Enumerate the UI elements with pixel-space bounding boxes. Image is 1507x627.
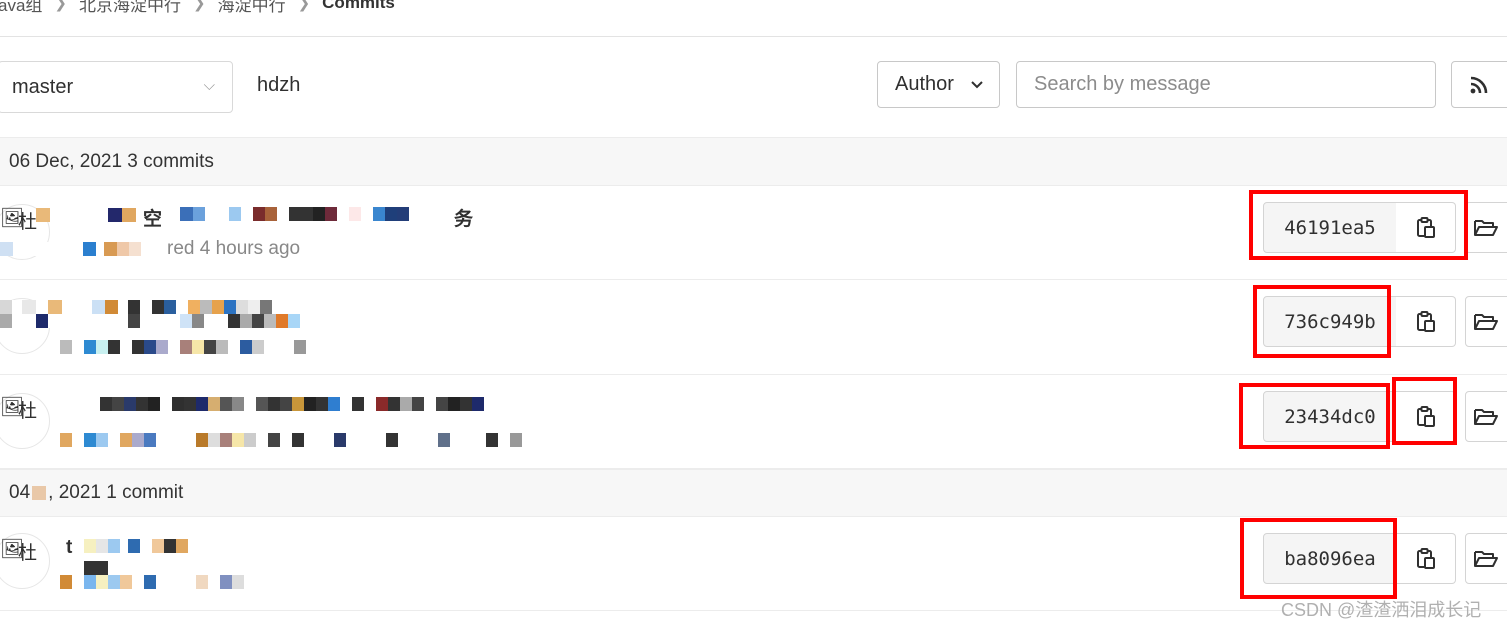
breadcrumb: ava组 ❯ 北京海淀中行 ❯ 海淀中行 ❯ Commits: [0, 0, 395, 15]
browse-files-button[interactable]: [1465, 533, 1507, 584]
copy-sha-button[interactable]: [1396, 533, 1456, 584]
breadcrumb-current[interactable]: Commits: [322, 0, 395, 13]
highlight-box: [1240, 518, 1397, 599]
redacted-commit-title: [36, 208, 136, 222]
clipboard-icon: [1417, 548, 1435, 569]
rss-icon: [1470, 76, 1488, 94]
commit-title-suffix: 务: [454, 209, 474, 230]
folder-open-icon: [1474, 220, 1498, 236]
redacted-commit-title: [180, 207, 433, 221]
chevron-right-icon: ❯: [54, 0, 67, 12]
branch-name: master: [12, 75, 74, 98]
commit-author-time: red 4 hours ago: [167, 238, 301, 259]
breadcrumb-repo[interactable]: 海淀中行: [218, 0, 286, 16]
clipboard-icon: [1417, 311, 1435, 332]
day-header-label-suffix: , 2021 1 commit: [48, 482, 184, 503]
breadcrumb-group[interactable]: ava组: [0, 0, 42, 16]
day-header: 06 Dec, 2021 3 commits: [0, 137, 1507, 186]
highlight-box: [1392, 377, 1457, 445]
folder-open-icon: [1474, 409, 1498, 425]
browse-files-button[interactable]: [1465, 202, 1507, 253]
author-label: Author: [895, 73, 954, 95]
redacted-commit-title: [84, 539, 188, 553]
path-text: hdzh: [257, 74, 301, 96]
commit-title[interactable]: 空: [143, 204, 162, 231]
redacted-commit-title: [0, 314, 300, 328]
chevron-right-icon: ❯: [193, 0, 206, 12]
highlight-box: [1249, 190, 1468, 260]
highlight-box: [1239, 383, 1390, 449]
redacted-author: [60, 575, 244, 589]
day-header: 04 , 2021 1 commit: [0, 469, 1507, 517]
branch-selector[interactable]: master ⌵: [0, 61, 233, 113]
avatar-alt-text: 杜: [18, 212, 38, 233]
header-divider: [0, 36, 1507, 37]
commit-title[interactable]: t: [66, 537, 72, 559]
chevron-down-icon: ⌵: [203, 77, 215, 94]
redacted-author: [60, 433, 522, 447]
highlight-box: [1253, 285, 1391, 358]
redacted-author: [60, 340, 306, 354]
folder-open-icon: [1474, 314, 1498, 330]
search-input[interactable]: [1016, 61, 1436, 108]
day-header-label: 04: [9, 482, 31, 503]
redacted-author: [0, 242, 141, 256]
redacted-commit-title: [60, 397, 484, 411]
avatar-alt-text: 杜: [18, 543, 38, 564]
copy-sha-button[interactable]: [1396, 296, 1456, 347]
folder-open-icon: [1474, 551, 1498, 567]
avatar-alt-text: 杜: [18, 401, 38, 422]
chevron-down-icon: [971, 81, 983, 89]
browse-files-button[interactable]: [1465, 391, 1507, 442]
redacted-text: [32, 486, 47, 500]
rss-button[interactable]: [1451, 61, 1507, 108]
chevron-right-icon: ❯: [297, 0, 311, 12]
redacted-commit-title: [0, 300, 272, 314]
day-header-label: 06 Dec, 2021 3 commits: [9, 150, 214, 172]
redacted-author: [84, 561, 108, 575]
browse-files-button[interactable]: [1465, 296, 1507, 347]
watermark: CSDN @渣渣洒泪成长记: [1281, 600, 1482, 620]
breadcrumb-project[interactable]: 北京海淀中行: [79, 0, 181, 16]
author-filter-button[interactable]: Author: [877, 61, 1000, 108]
